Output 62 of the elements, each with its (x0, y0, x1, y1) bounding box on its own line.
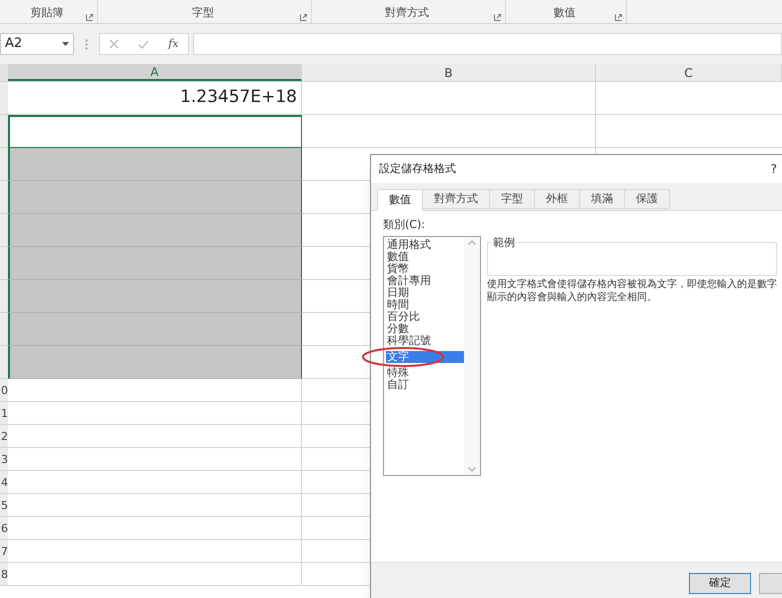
description-text: 使用文字格式會使得儲存格內容被視為文字，即使您輸入的是數字 (487, 278, 777, 290)
cancel-icon[interactable] (109, 39, 120, 49)
dialog-launcher-icon[interactable] (86, 14, 93, 21)
grid-cell[interactable] (8, 346, 302, 379)
row-header[interactable]: 0 (0, 379, 8, 402)
row-header[interactable]: 7 (0, 540, 8, 563)
row-header[interactable]: 4 (0, 471, 8, 494)
vertical-dots-icon (85, 38, 88, 50)
dialog-launcher-icon[interactable] (300, 14, 307, 21)
grid-cell[interactable] (8, 181, 302, 214)
dialog-tab[interactable]: 填滿 (579, 189, 625, 209)
grid-cell[interactable] (8, 214, 302, 247)
row-header[interactable]: 2 (0, 425, 8, 448)
grid-cell[interactable] (8, 115, 302, 148)
dialog-tab[interactable]: 數值 (377, 189, 423, 211)
cancel-button[interactable] (759, 572, 782, 594)
dialog-tab[interactable]: 外框 (534, 189, 580, 209)
category-item[interactable]: 通用格式 (386, 238, 464, 250)
dialog-launcher-icon[interactable] (494, 14, 501, 21)
dropdown-caret-icon (62, 42, 69, 46)
grid-cell[interactable] (8, 148, 302, 181)
category-item[interactable]: 時間 (386, 298, 464, 310)
dialog-tab[interactable]: 保護 (624, 189, 670, 209)
insert-function-button[interactable]: fx (168, 36, 179, 52)
grid-cell[interactable] (8, 280, 302, 313)
category-item[interactable]: 百分比 (386, 310, 464, 322)
category-item[interactable]: 科學記號 (386, 334, 464, 346)
category-item[interactable]: 分數 (386, 322, 464, 334)
category-item[interactable]: 會計專用 (386, 274, 464, 286)
row-header[interactable]: 3 (0, 448, 8, 471)
category-item[interactable]: 日期 (386, 286, 464, 298)
ribbon-group-label: 剪貼簿 (30, 4, 64, 20)
category-item[interactable]: 貨幣 (386, 262, 464, 274)
row-header[interactable]: 5 (0, 494, 8, 517)
help-button[interactable]: ? (770, 160, 777, 178)
dialog-tab[interactable]: 對齊方式 (422, 189, 490, 209)
category-item[interactable]: 自訂 (386, 378, 464, 390)
dialog-tab[interactable]: 字型 (489, 189, 535, 209)
dialog-launcher-icon[interactable] (615, 14, 622, 21)
description-text: 顯示的內容會與輸入的內容完全相同。 (487, 290, 658, 304)
ok-button[interactable]: 確定 (689, 572, 751, 594)
ribbon-group-label: 字型 (191, 4, 215, 20)
scroll-down-icon[interactable] (468, 466, 476, 472)
category-item[interactable]: 文字 (386, 350, 464, 362)
ribbon-group-label: 對齊方式 (384, 4, 430, 20)
category-label: 類別(C): (383, 217, 426, 233)
column-header[interactable]: B (302, 64, 596, 81)
grid-cell[interactable] (8, 313, 302, 346)
dialog-title: 設定儲存格格式 (379, 160, 456, 177)
column-header[interactable]: C (596, 64, 782, 81)
column-header[interactable]: A (8, 64, 302, 81)
ribbon-group-label: 數值 (552, 4, 576, 20)
name-box[interactable]: A2 (0, 33, 74, 55)
scroll-up-icon[interactable] (468, 240, 476, 244)
row-header[interactable]: 1 (0, 402, 8, 425)
category-item[interactable]: 數值 (386, 250, 464, 262)
check-icon[interactable] (138, 40, 150, 48)
grid-cell[interactable]: 1.23457E+18 (8, 82, 302, 115)
grid-cell[interactable] (8, 247, 302, 280)
row-header[interactable]: 6 (0, 517, 8, 540)
row-header[interactable]: 8 (0, 563, 8, 586)
category-item[interactable]: 特殊 (386, 366, 464, 378)
